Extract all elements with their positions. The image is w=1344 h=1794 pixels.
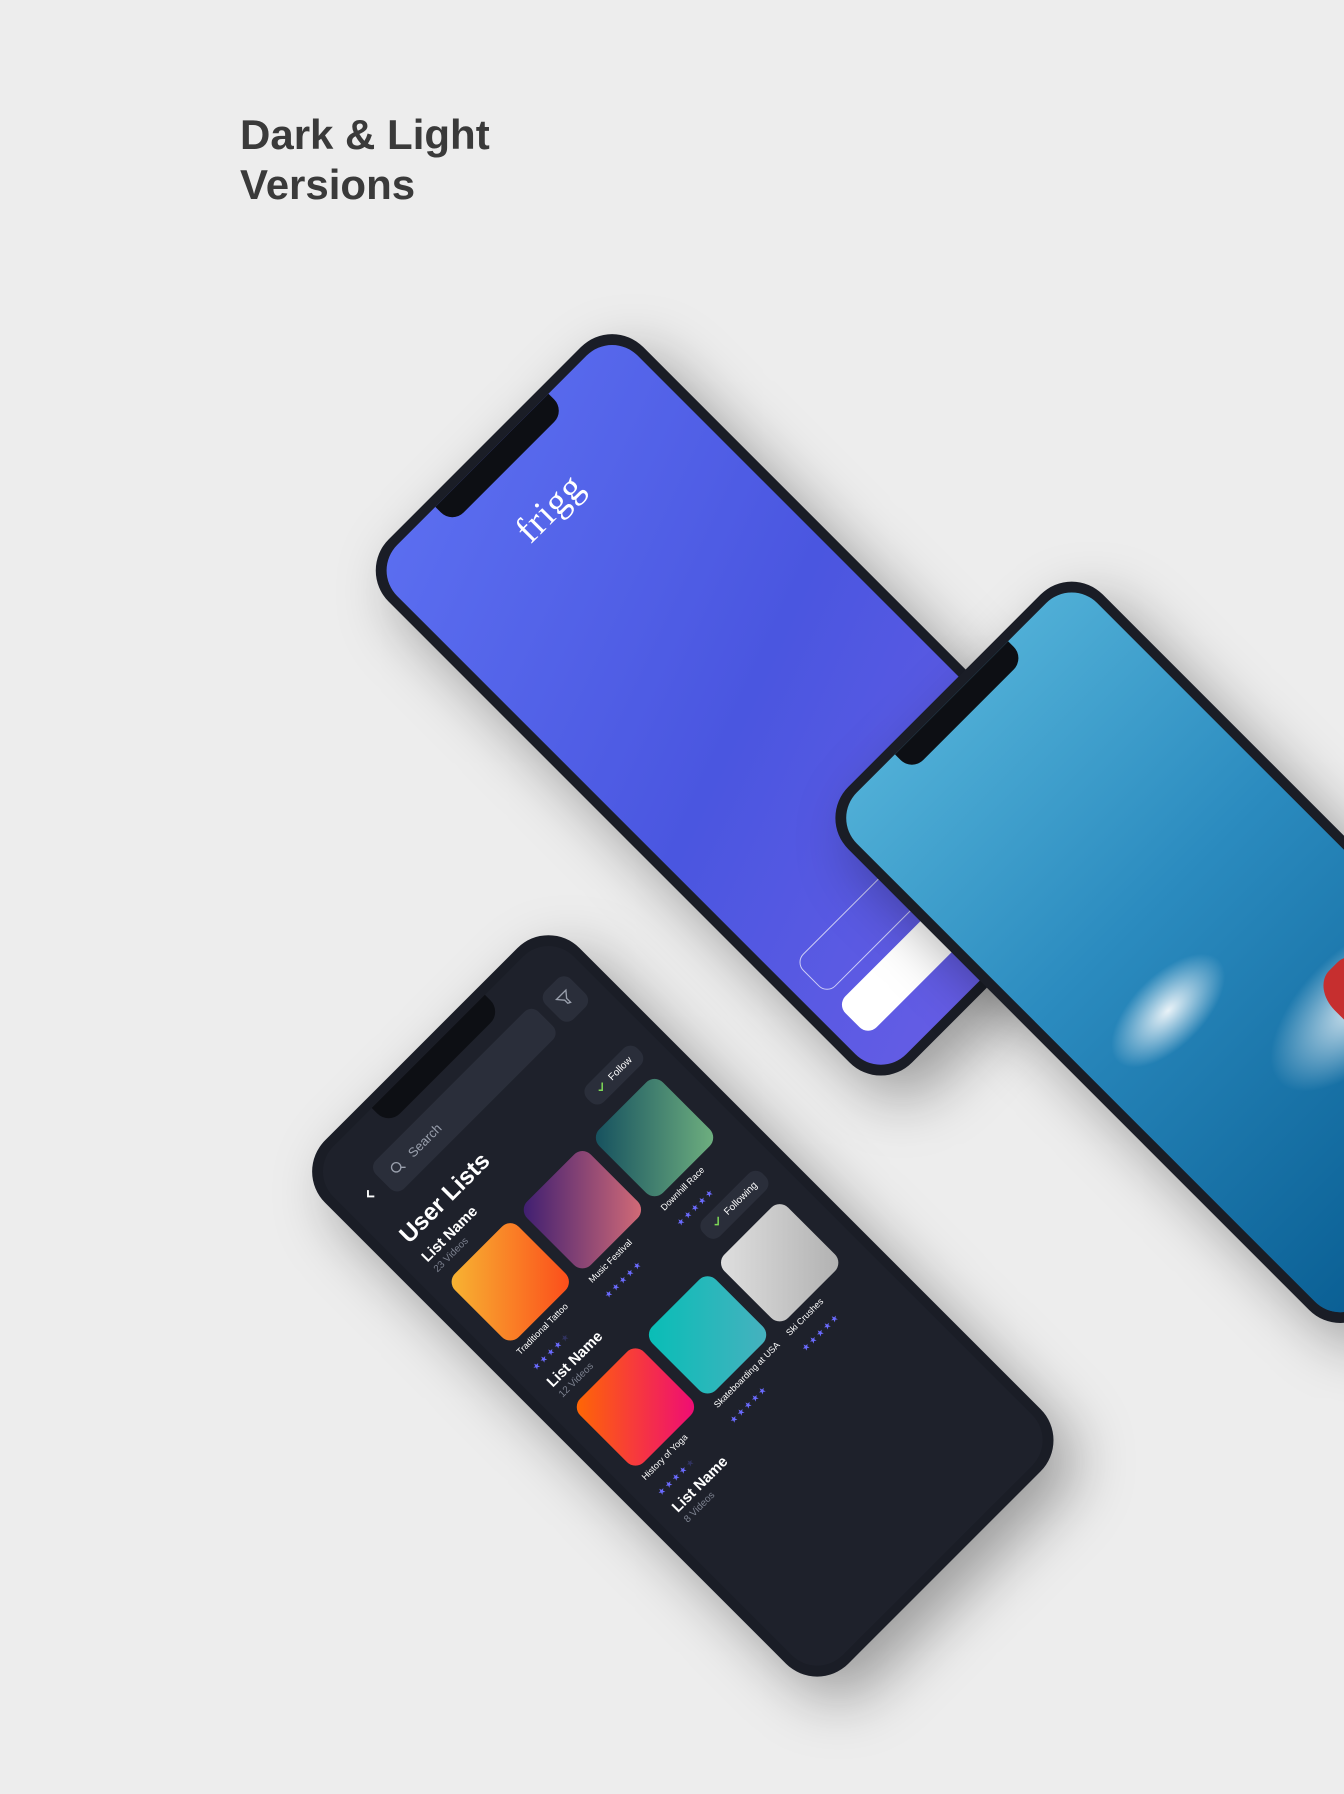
headline-line-2: Versions — [240, 161, 415, 208]
search-icon — [386, 1156, 409, 1179]
rating — [747, 1086, 748, 1155]
headline: Dark & Light Versions — [240, 110, 490, 211]
surf-image — [1035, 781, 1344, 1327]
phone-dark: Search User Lists List Name 23 Videos Fo… — [294, 917, 1072, 1695]
search-placeholder: Search — [405, 1120, 445, 1160]
headline-line-1: Dark & Light — [240, 111, 490, 158]
check-icon — [593, 1079, 610, 1096]
back-icon[interactable] — [357, 1182, 382, 1207]
filter-icon — [554, 988, 577, 1011]
check-icon — [709, 1213, 726, 1230]
